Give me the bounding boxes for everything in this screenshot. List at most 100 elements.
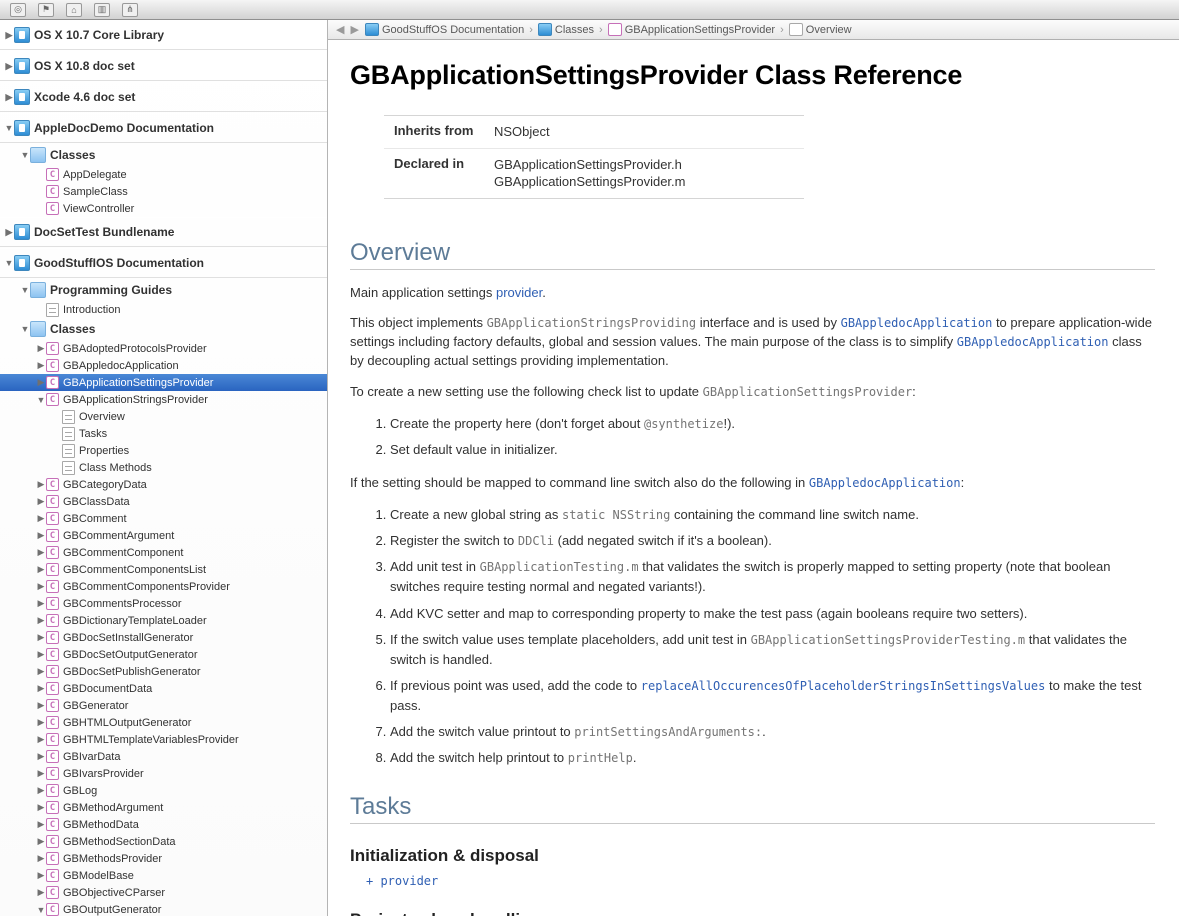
disclosure-triangle-icon[interactable]: [36, 734, 46, 745]
tool-icon[interactable]: ⋔: [122, 3, 138, 17]
nav-row[interactable]: CGBMethodArgument: [0, 799, 327, 816]
disclosure-triangle-icon[interactable]: [36, 343, 46, 354]
nav-row[interactable]: OS X 10.7 Core Library: [0, 20, 327, 51]
nav-row[interactable]: DocSetTest Bundlename: [0, 217, 327, 248]
nav-row[interactable]: CViewController: [0, 200, 327, 217]
disclosure-triangle-icon[interactable]: [20, 324, 30, 334]
disclosure-triangle-icon[interactable]: [36, 496, 46, 507]
disclosure-triangle-icon[interactable]: [4, 123, 14, 133]
disclosure-triangle-icon[interactable]: [36, 530, 46, 541]
nav-row[interactable]: Class Methods: [0, 459, 327, 476]
disclosure-triangle-icon[interactable]: [36, 395, 46, 405]
disclosure-triangle-icon[interactable]: [36, 615, 46, 626]
disclosure-triangle-icon[interactable]: [20, 150, 30, 160]
disclosure-triangle-icon[interactable]: [36, 802, 46, 813]
nav-row[interactable]: CGBMethodsProvider: [0, 850, 327, 867]
disclosure-triangle-icon[interactable]: [4, 258, 14, 268]
nav-row[interactable]: CGBMethodSectionData: [0, 833, 327, 850]
nav-row[interactable]: Overview: [0, 408, 327, 425]
nav-row[interactable]: Classes: [0, 318, 327, 340]
disclosure-triangle-icon[interactable]: [36, 768, 46, 779]
disclosure-triangle-icon[interactable]: [36, 905, 46, 915]
nav-row[interactable]: CGBDictionaryTemplateLoader: [0, 612, 327, 629]
disclosure-triangle-icon[interactable]: [36, 870, 46, 881]
disclosure-triangle-icon[interactable]: [36, 717, 46, 728]
nav-row[interactable]: CGBAppledocApplication: [0, 357, 327, 374]
nav-row[interactable]: GoodStuffIOS Documentation: [0, 248, 327, 279]
nav-row[interactable]: Properties: [0, 442, 327, 459]
nav-row[interactable]: CGBDocumentData: [0, 680, 327, 697]
disclosure-triangle-icon[interactable]: [36, 479, 46, 490]
nav-row[interactable]: CGBCommentComponentsProvider: [0, 578, 327, 595]
nav-row[interactable]: CGBCategoryData: [0, 476, 327, 493]
nav-row[interactable]: CGBCommentComponent: [0, 544, 327, 561]
disclosure-triangle-icon[interactable]: [36, 666, 46, 677]
nav-forward-icon[interactable]: ▶: [348, 23, 360, 36]
nav-row[interactable]: CGBIvarData: [0, 748, 327, 765]
nav-row[interactable]: Programming Guides: [0, 279, 327, 301]
disclosure-triangle-icon[interactable]: [36, 785, 46, 796]
disclosure-triangle-icon[interactable]: [36, 649, 46, 660]
nav-row[interactable]: CGBOutputGenerator: [0, 901, 327, 916]
nav-row[interactable]: Introduction: [0, 301, 327, 318]
nav-row[interactable]: CGBClassData: [0, 493, 327, 510]
disclosure-triangle-icon[interactable]: [20, 285, 30, 295]
disclosure-triangle-icon[interactable]: [36, 360, 46, 371]
nav-row[interactable]: CGBHTMLTemplateVariablesProvider: [0, 731, 327, 748]
nav-row[interactable]: CGBIvarsProvider: [0, 765, 327, 782]
disclosure-triangle-icon[interactable]: [36, 887, 46, 898]
disclosure-triangle-icon[interactable]: [4, 92, 14, 103]
nav-row[interactable]: CGBCommentArgument: [0, 527, 327, 544]
nav-row[interactable]: Classes: [0, 144, 327, 166]
nav-row[interactable]: CGBDocSetInstallGenerator: [0, 629, 327, 646]
nav-row[interactable]: Xcode 4.6 doc set: [0, 82, 327, 113]
breadcrumb-segment[interactable]: Overview: [787, 23, 854, 36]
nav-row[interactable]: CGBCommentComponentsList: [0, 561, 327, 578]
nav-row[interactable]: CAppDelegate: [0, 166, 327, 183]
nav-row[interactable]: CGBObjectiveCParser: [0, 884, 327, 901]
task-link[interactable]: + provider: [366, 874, 438, 888]
disclosure-triangle-icon[interactable]: [36, 598, 46, 609]
nav-row[interactable]: CGBDocSetPublishGenerator: [0, 663, 327, 680]
nav-row[interactable]: CGBApplicationSettingsProvider: [0, 374, 327, 391]
nav-row[interactable]: OS X 10.8 doc set: [0, 51, 327, 82]
tool-icon[interactable]: ⚑: [38, 3, 54, 17]
disclosure-triangle-icon[interactable]: [36, 819, 46, 830]
disclosure-triangle-icon[interactable]: [36, 632, 46, 643]
nav-row[interactable]: CGBLog: [0, 782, 327, 799]
disclosure-triangle-icon[interactable]: [4, 30, 14, 41]
tool-icon[interactable]: ⌂: [66, 3, 82, 17]
tool-icon[interactable]: ▥: [94, 3, 110, 17]
breadcrumb-segment[interactable]: GoodStuffOS Documentation: [363, 23, 526, 36]
nav-row[interactable]: CGBCommentsProcessor: [0, 595, 327, 612]
disclosure-triangle-icon[interactable]: [36, 513, 46, 524]
nav-row[interactable]: CGBModelBase: [0, 867, 327, 884]
documentation-content[interactable]: GBApplicationSettingsProvider Class Refe…: [328, 40, 1179, 916]
nav-back-icon[interactable]: ◀: [334, 23, 346, 36]
breadcrumb-segment[interactable]: Classes: [536, 23, 596, 36]
link-provider[interactable]: provider: [496, 285, 542, 300]
disclosure-triangle-icon[interactable]: [36, 581, 46, 592]
nav-row[interactable]: CGBMethodData: [0, 816, 327, 833]
disclosure-triangle-icon[interactable]: [36, 700, 46, 711]
navigator-sidebar[interactable]: OS X 10.7 Core LibraryOS X 10.8 doc setX…: [0, 20, 328, 916]
nav-row[interactable]: CSampleClass: [0, 183, 327, 200]
disclosure-triangle-icon[interactable]: [36, 853, 46, 864]
nav-row[interactable]: CGBHTMLOutputGenerator: [0, 714, 327, 731]
nav-row[interactable]: CGBComment: [0, 510, 327, 527]
disclosure-triangle-icon[interactable]: [36, 377, 46, 388]
nav-row[interactable]: CGBGenerator: [0, 697, 327, 714]
disclosure-triangle-icon[interactable]: [36, 547, 46, 558]
breadcrumb-segment[interactable]: GBApplicationSettingsProvider: [606, 23, 777, 36]
nav-row[interactable]: Tasks: [0, 425, 327, 442]
nav-row[interactable]: CGBDocSetOutputGenerator: [0, 646, 327, 663]
link[interactable]: GBAppledocApplication: [809, 476, 961, 490]
disclosure-triangle-icon[interactable]: [36, 751, 46, 762]
tool-icon[interactable]: ◎: [10, 3, 26, 17]
disclosure-triangle-icon[interactable]: [4, 227, 14, 238]
disclosure-triangle-icon[interactable]: [36, 683, 46, 694]
disclosure-triangle-icon[interactable]: [36, 564, 46, 575]
link[interactable]: GBAppledocApplication: [957, 335, 1109, 349]
link[interactable]: replaceAllOccurencesOfPlaceholderStrings…: [641, 679, 1046, 693]
nav-row[interactable]: CGBAdoptedProtocolsProvider: [0, 340, 327, 357]
